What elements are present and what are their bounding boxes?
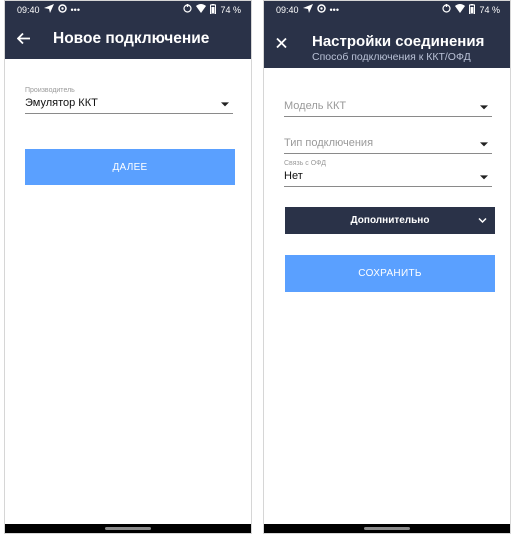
dropdown-caret-icon — [480, 141, 488, 146]
battery-icon — [469, 3, 476, 16]
battery-percent: 74 % — [220, 4, 241, 15]
kkt-model-placeholder: Модель ККТ — [284, 100, 347, 112]
status-dots: ••• — [70, 4, 80, 15]
home-handle[interactable] — [105, 527, 151, 530]
page-title: Новое подключение — [53, 29, 210, 47]
circle-icon — [316, 4, 326, 15]
dropdown-caret-icon — [480, 174, 488, 179]
ofd-link-select[interactable]: Связь с ОФД Нет — [284, 160, 492, 187]
manufacturer-select[interactable]: Производитель Эмулятор ККТ — [25, 87, 233, 114]
chevron-down-icon — [478, 215, 487, 226]
send-icon — [43, 4, 54, 15]
screen-connection-settings: 09:40 ••• 74 % Настройки соединения Спос… — [263, 0, 511, 534]
status-bar: 09:40 ••• 74 % — [5, 1, 251, 18]
close-icon[interactable] — [276, 35, 287, 52]
save-button[interactable]: СОХРАНИТЬ — [285, 255, 495, 292]
status-dots: ••• — [329, 4, 339, 15]
additional-button[interactable]: Дополнительно — [285, 207, 495, 234]
status-time: 09:40 — [276, 4, 299, 15]
page-title: Настройки соединения — [312, 33, 485, 50]
app-bar: Настройки соединения Способ подключения … — [264, 18, 510, 68]
page-subtitle: Способ подключения к ККТ/ОФД — [312, 51, 471, 63]
screen-new-connection: 09:40 ••• 74 % Новое подключение Произво… — [4, 0, 252, 534]
dropdown-caret-icon — [480, 104, 488, 109]
status-time: 09:40 — [17, 4, 40, 15]
status-bar: 09:40 ••• 74 % — [264, 1, 510, 18]
wifi-icon — [455, 4, 466, 15]
sync-icon — [442, 4, 452, 15]
home-handle[interactable] — [364, 527, 410, 530]
connection-type-placeholder: Тип подключения — [284, 137, 374, 149]
connection-type-select[interactable]: Тип подключения — [284, 134, 492, 154]
dropdown-caret-icon — [221, 101, 229, 106]
manufacturer-value: Эмулятор ККТ — [25, 97, 98, 109]
ofd-link-value: Нет — [284, 170, 303, 182]
battery-percent: 74 % — [479, 4, 500, 15]
battery-icon — [210, 3, 217, 16]
system-nav-bar — [264, 524, 510, 533]
circle-icon — [57, 4, 67, 15]
next-button[interactable]: ДАЛЕЕ — [25, 149, 235, 185]
manufacturer-label: Производитель — [25, 87, 75, 94]
ofd-link-label: Связь с ОФД — [284, 160, 327, 167]
send-icon — [302, 4, 313, 15]
sync-icon — [183, 4, 193, 15]
additional-button-label: Дополнительно — [350, 215, 430, 226]
app-bar: Новое подключение — [5, 18, 251, 59]
wifi-icon — [196, 4, 207, 15]
system-nav-bar — [5, 524, 251, 533]
back-arrow-icon[interactable] — [16, 30, 31, 47]
kkt-model-select[interactable]: Модель ККТ — [284, 97, 492, 117]
